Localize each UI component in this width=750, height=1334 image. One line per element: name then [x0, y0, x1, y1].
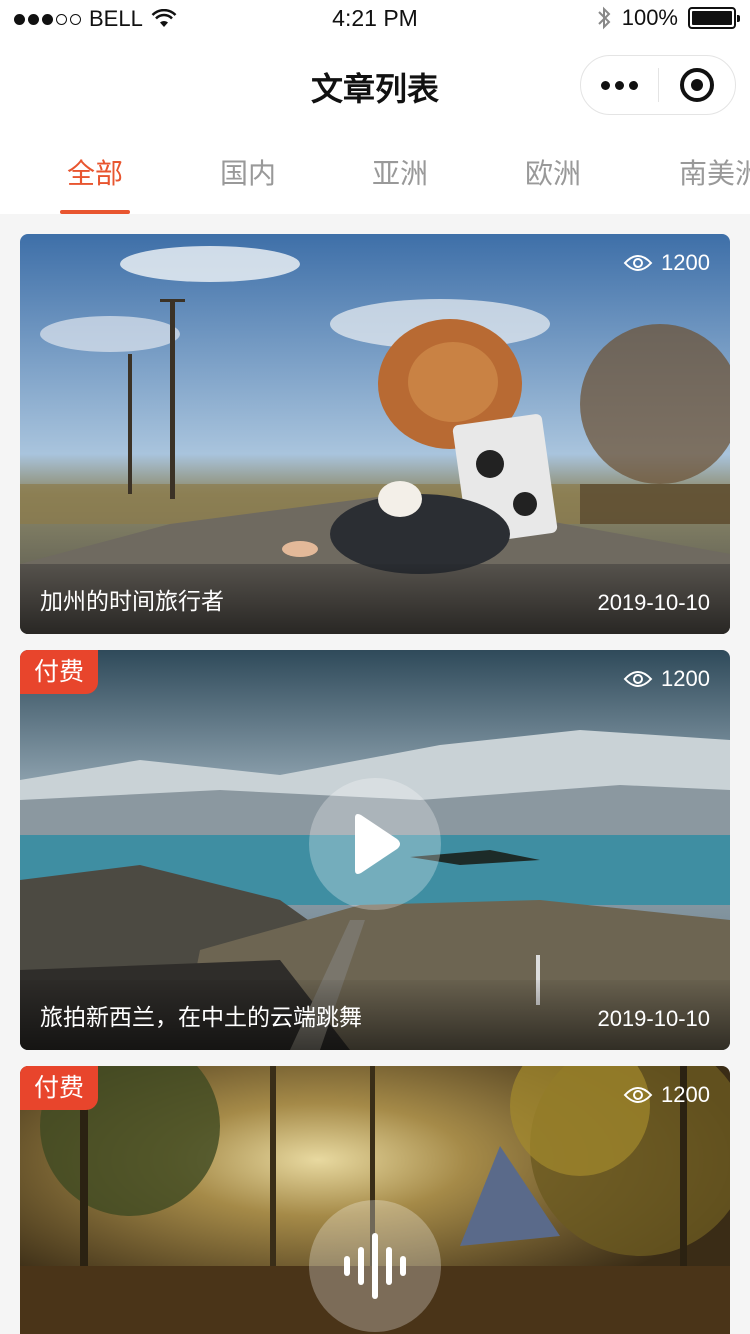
audio-button[interactable]	[309, 1200, 441, 1332]
category-tabs: 全部 国内 亚洲 欧洲 南美洲	[0, 130, 750, 214]
paid-badge: 付费	[20, 1066, 99, 1110]
view-count-value: 1200	[661, 250, 710, 275]
article-card[interactable]: 付费 1200	[20, 1066, 730, 1334]
tab-asia[interactable]: 亚洲	[325, 152, 475, 192]
tab-all[interactable]: 全部	[20, 152, 170, 192]
article-card[interactable]: 1200 加州的时间旅行者 2019-10-10	[20, 234, 730, 634]
nav-bar: 文章列表	[0, 40, 750, 130]
active-tab-indicator	[60, 210, 130, 214]
article-date: 2019-10-10	[597, 590, 710, 615]
article-title: 加州的时间旅行者	[40, 588, 224, 614]
more-button[interactable]	[581, 56, 658, 114]
view-count: 1200	[623, 250, 710, 276]
bluetooth-icon	[598, 6, 611, 30]
mini-program-capsule	[580, 55, 736, 115]
target-close-icon	[679, 68, 714, 102]
tab-south-america[interactable]: 南美洲	[646, 152, 750, 192]
eye-icon	[623, 1087, 653, 1103]
battery-icon	[688, 7, 740, 29]
more-dots-icon	[600, 80, 610, 90]
status-bar: BELL 4:21 PM 100%	[0, 0, 750, 40]
view-count-value: 1200	[661, 666, 710, 691]
view-count-value: 1200	[661, 1082, 710, 1107]
article-date: 2019-10-10	[597, 1006, 710, 1031]
view-count: 1200	[623, 666, 710, 692]
play-button[interactable]	[309, 778, 441, 910]
article-card[interactable]: 付费 1200 旅拍新西兰，在中土的云端跳舞 2019-10-10	[20, 650, 730, 1050]
view-count: 1200	[623, 1082, 710, 1108]
tab-domestic[interactable]: 国内	[173, 152, 323, 192]
eye-icon	[623, 255, 653, 271]
eye-icon	[623, 671, 653, 687]
paid-badge: 付费	[20, 650, 99, 694]
tab-europe[interactable]: 欧洲	[478, 152, 628, 192]
status-bar-right: 100%	[596, 5, 740, 31]
article-title: 旅拍新西兰，在中土的云端跳舞	[40, 1004, 362, 1030]
close-button[interactable]	[659, 56, 736, 114]
audio-icon	[344, 1233, 406, 1299]
play-icon	[355, 814, 400, 874]
battery-percent: 100%	[621, 5, 678, 30]
